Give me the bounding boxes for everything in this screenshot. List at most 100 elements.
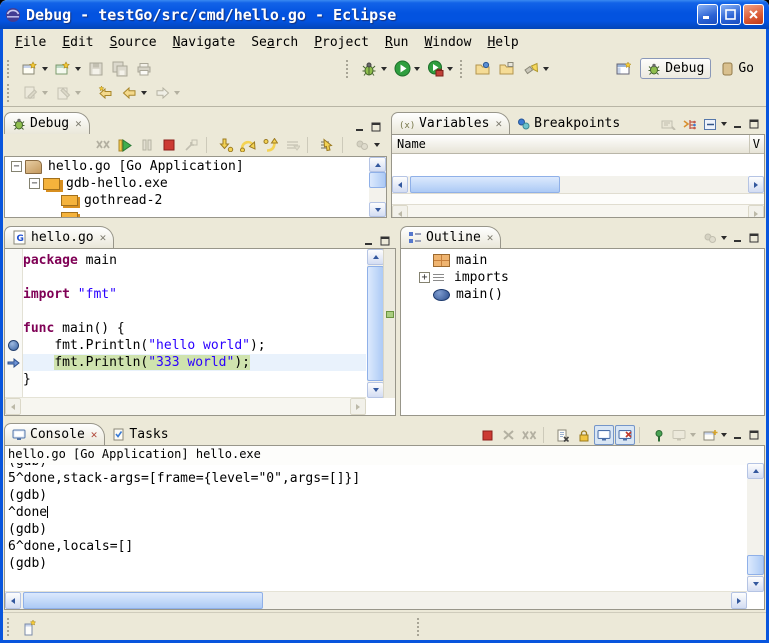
scroll-right-button[interactable]: [350, 398, 366, 415]
debug-view-menu-chevron-icon[interactable]: [374, 143, 380, 147]
close-icon[interactable]: ✕: [495, 117, 502, 130]
scroll-up-button[interactable]: [747, 463, 764, 479]
code-line-6[interactable]: fmt.Println("hello world");: [23, 337, 366, 354]
variables-hscrollbar[interactable]: [392, 176, 764, 193]
toolbar-drag-handle[interactable]: [346, 60, 352, 78]
minimize-view-button[interactable]: [731, 231, 746, 245]
step-over-button[interactable]: [238, 135, 258, 155]
new-element-dropdown-arrow-icon[interactable]: [75, 67, 81, 71]
menu-search[interactable]: Search: [243, 32, 306, 53]
tab-breakpoints[interactable]: Breakpoints: [510, 113, 627, 134]
code-line-2[interactable]: [23, 269, 366, 286]
scroll-thumb[interactable]: [747, 555, 764, 575]
export-button[interactable]: [496, 58, 518, 80]
code-line-5[interactable]: func main() {: [23, 320, 366, 337]
show-stderr-button[interactable]: [615, 425, 635, 445]
print-button[interactable]: [133, 58, 155, 80]
outline-item-1[interactable]: +imports: [413, 269, 764, 286]
use-step-filters-button[interactable]: [317, 135, 337, 155]
scroll-down-button[interactable]: [747, 576, 764, 592]
toolbar-drag-handle[interactable]: [7, 60, 13, 78]
scroll-right-button[interactable]: [748, 176, 764, 193]
maximize-window-button[interactable]: [720, 4, 741, 25]
maximize-view-button[interactable]: [369, 120, 384, 134]
terminate-button[interactable]: [159, 135, 179, 155]
maximize-view-button[interactable]: [747, 117, 762, 131]
previous-annotation-dropdown-arrow-icon[interactable]: [75, 91, 81, 95]
external-tools-dropdown-arrow-icon[interactable]: [447, 67, 453, 71]
scroll-left-button[interactable]: [392, 176, 408, 193]
back-dropdown-arrow-icon[interactable]: [141, 91, 147, 95]
detail-hscrollbar[interactable]: [392, 204, 764, 218]
editor-hscrollbar[interactable]: [5, 397, 366, 415]
suspend-button[interactable]: [137, 135, 157, 155]
scroll-thumb[interactable]: [23, 592, 263, 609]
perspective-go-button[interactable]: Go: [715, 59, 760, 78]
tree-expander-icon[interactable]: −: [11, 161, 22, 172]
disconnect-button[interactable]: [181, 135, 201, 155]
search-dropdown-arrow-icon[interactable]: [543, 67, 549, 71]
next-annotation-dropdown-arrow-icon[interactable]: [42, 91, 48, 95]
editor-vscrollbar[interactable]: [367, 249, 384, 398]
previous-annotation-button[interactable]: [52, 82, 74, 104]
tab-variables[interactable]: (x)= Variables ✕: [391, 112, 510, 134]
remove-all-terminated-button[interactable]: [93, 135, 113, 155]
close-icon[interactable]: ✕: [75, 117, 82, 130]
menu-file[interactable]: File: [7, 32, 54, 53]
fast-view-button[interactable]: [19, 616, 41, 638]
pin-console-button[interactable]: [648, 425, 668, 445]
import-button[interactable]: [472, 58, 494, 80]
debug-tree-item-3[interactable]: [5, 209, 368, 217]
debug-dropdown-arrow-icon[interactable]: [381, 67, 387, 71]
run-dropdown-arrow-icon[interactable]: [414, 67, 420, 71]
outline-menu-button[interactable]: [700, 228, 720, 248]
code-line-1[interactable]: package main: [23, 252, 366, 269]
code-line-4[interactable]: [23, 303, 366, 320]
code-line-7[interactable]: fmt.Println("333 world");: [23, 354, 366, 371]
search-button[interactable]: [520, 58, 542, 80]
close-icon[interactable]: ✕: [100, 231, 107, 244]
next-annotation-button[interactable]: [19, 82, 41, 104]
statusbar-drag-handle[interactable]: [417, 618, 423, 636]
menu-source[interactable]: Source: [102, 32, 165, 53]
open-console-button[interactable]: [700, 425, 720, 445]
scroll-thumb[interactable]: [369, 172, 386, 188]
column-name[interactable]: Name: [392, 137, 426, 151]
resume-button[interactable]: [115, 135, 135, 155]
console-hscrollbar[interactable]: [5, 591, 747, 609]
remove-launch-button[interactable]: [498, 425, 518, 445]
debug-tree-item-2[interactable]: gothread-2: [5, 192, 368, 209]
outline-view-menu-chevron-icon[interactable]: [721, 236, 727, 240]
scroll-thumb[interactable]: [367, 266, 384, 381]
debug-tree-item-1[interactable]: −gdb-hello.exe: [5, 175, 368, 192]
maximize-view-button[interactable]: [747, 231, 762, 245]
column-value[interactable]: V: [749, 135, 763, 153]
breakpoint-icon[interactable]: [8, 340, 19, 351]
tree-expander-icon[interactable]: +: [419, 272, 430, 283]
close-window-button[interactable]: [743, 4, 764, 25]
maximize-view-button[interactable]: [378, 234, 393, 248]
variables-view-menu-chevron-icon[interactable]: [721, 122, 727, 126]
show-stdout-button[interactable]: [594, 425, 614, 445]
new-dropdown-arrow-icon[interactable]: [42, 67, 48, 71]
minimize-view-button[interactable]: [353, 120, 368, 134]
clear-console-button[interactable]: [552, 425, 572, 445]
menu-project[interactable]: Project: [306, 32, 377, 53]
drop-to-frame-button[interactable]: [282, 135, 302, 155]
tab-outline[interactable]: Outline ✕: [400, 226, 501, 248]
collapse-all-button[interactable]: [700, 114, 720, 134]
code-line-8[interactable]: }: [23, 371, 366, 388]
run-button[interactable]: [391, 58, 413, 80]
close-icon[interactable]: ✕: [91, 428, 98, 441]
menu-help[interactable]: Help: [479, 32, 526, 53]
save-all-button[interactable]: [109, 58, 131, 80]
scroll-up-button[interactable]: [367, 249, 384, 265]
console-vscrollbar[interactable]: [747, 463, 764, 592]
maximize-view-button[interactable]: [747, 428, 762, 442]
perspective-debug-button[interactable]: Debug: [640, 58, 711, 79]
minimize-view-button[interactable]: [731, 428, 746, 442]
scroll-thumb[interactable]: [410, 176, 560, 193]
tab-hello-go[interactable]: G hello.go ✕: [4, 226, 114, 248]
debug-tree-item-0[interactable]: −hello.go [Go Application]: [5, 158, 368, 175]
debug-view-menu-button[interactable]: [352, 135, 372, 155]
